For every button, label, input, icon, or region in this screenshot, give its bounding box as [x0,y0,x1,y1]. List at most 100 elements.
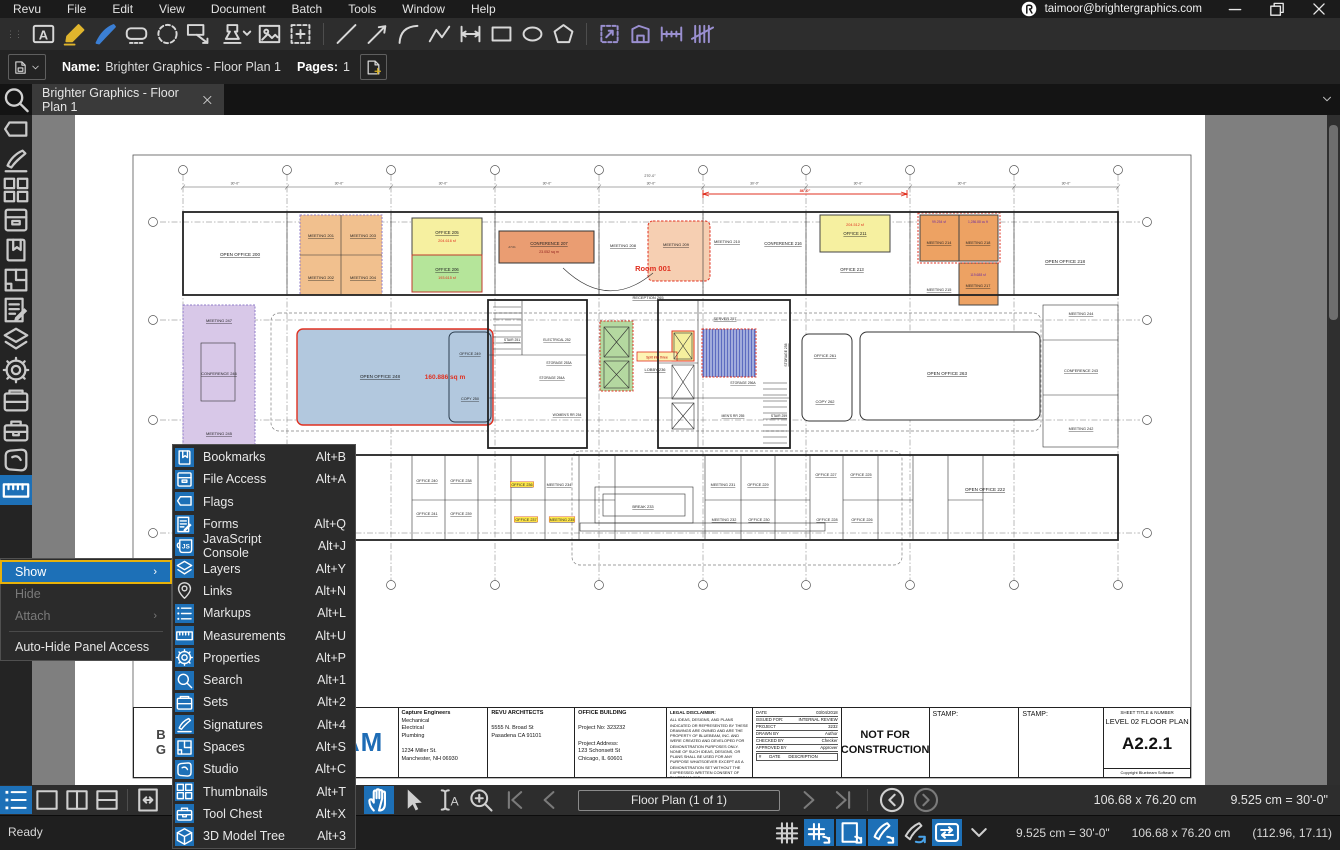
insert-pages-button[interactable] [360,54,387,80]
select-arrow-tool-button[interactable] [398,786,428,814]
submenu-item-3d-model-tree[interactable]: 3D Model TreeAlt+3 [173,825,355,847]
zoom-plus-tool-button[interactable] [466,786,496,814]
submenu-item-tool-chest[interactable]: Tool ChestAlt+X [173,803,355,825]
submenu-item-links[interactable]: LinksAlt+N [173,580,355,602]
submenu-item-search[interactable]: SearchAlt+1 [173,669,355,691]
sidebar-panel-file-access-icon[interactable] [0,205,32,235]
markup-list-button[interactable] [0,786,32,814]
sync-views-toggle[interactable] [932,819,962,846]
arrow-tool-icon[interactable] [364,21,391,47]
submenu-item-flags[interactable]: Flags [173,491,355,513]
image-tool-icon[interactable] [256,21,283,47]
sidebar-panel-forms-icon[interactable] [0,295,32,325]
grid-toggle[interactable] [772,819,802,846]
text-box-tool-icon[interactable]: A [30,21,57,47]
cloud-tool-icon[interactable] [154,21,181,47]
sidebar-panel-properties-icon[interactable] [0,355,32,385]
snap-markup-toggle[interactable] [868,819,898,846]
menu-view[interactable]: View [146,2,198,16]
previous-view-button[interactable] [877,786,907,814]
restore-button[interactable] [1256,0,1298,18]
sidebar-panel-spaces-icon[interactable] [0,265,32,295]
room-region[interactable] [702,329,756,377]
submenu-item-markups[interactable]: MarkupsAlt+L [173,602,355,624]
highlighter-tool-icon[interactable] [61,21,88,47]
page-field[interactable]: Floor Plan (1 of 1) [578,790,780,811]
submenu-item-file-access[interactable]: File AccessAlt+A [173,468,355,490]
pane-split-horizontal-button[interactable] [92,786,122,814]
search-panel-button[interactable] [0,84,32,115]
fit-document-button[interactable] [133,786,163,814]
chevron-down-toggle[interactable] [964,819,994,846]
next-page-button[interactable] [794,786,824,814]
submenu-item-layers[interactable]: LayersAlt+Y [173,557,355,579]
sidebar-panel-sets-icon[interactable] [0,385,32,415]
menu-file[interactable]: File [54,2,99,16]
room-region[interactable] [412,255,482,292]
vertical-scrollbar[interactable] [1327,115,1340,785]
close-button[interactable] [1298,0,1340,18]
next-view-button[interactable] [911,786,941,814]
toolbar-grip[interactable]: ⋮⋮ [6,29,22,40]
context-menu-item-show[interactable]: Show› [1,561,171,583]
menu-window[interactable]: Window [389,2,458,16]
line-tool-icon[interactable] [333,21,360,47]
submenu-item-signatures[interactable]: SignaturesAlt+4 [173,714,355,736]
submenu-item-properties[interactable]: PropertiesAlt+P [173,647,355,669]
status-scale[interactable]: 9.525 cm = 30'-0" [1016,826,1110,840]
room-region[interactable] [802,334,852,421]
sidebar-panel-studio-icon[interactable] [0,445,32,475]
save-document-button[interactable] [8,54,46,80]
room-region[interactable] [412,218,482,255]
menu-document[interactable]: Document [198,2,279,16]
snapshot-tool-icon[interactable] [287,21,314,47]
length-measurement-tool-icon[interactable] [658,21,685,47]
submenu-item-measurements[interactable]: MeasurementsAlt+U [173,624,355,646]
callout-tool-icon[interactable] [185,21,212,47]
menu-edit[interactable]: Edit [99,2,146,16]
tab-list-chevron-icon[interactable] [1320,92,1334,106]
sidebar-panel-layers-icon[interactable] [0,325,32,355]
document-tab[interactable]: Brighter Graphics - Floor Plan 1 [32,84,224,115]
eraser-tool-icon[interactable] [123,21,150,47]
snap-grid-toggle[interactable] [804,819,834,846]
sidebar-panel-signature-icon[interactable] [0,145,32,175]
submenu-item-bookmarks[interactable]: BookmarksAlt+B [173,446,355,468]
scrollbar-thumb[interactable] [1329,125,1338,320]
rectangle-tool-icon[interactable] [488,21,515,47]
sidebar-panel-flag-icon[interactable] [0,115,32,145]
markup-rotate-toggle[interactable] [900,819,930,846]
submenu-item-sets[interactable]: SetsAlt+2 [173,691,355,713]
room-region[interactable] [860,332,1040,420]
pane-split-vertical-button[interactable] [62,786,92,814]
menu-revu[interactable]: Revu [0,2,54,16]
sidebar-panel-tool-chest-icon[interactable] [0,415,32,445]
submenu-item-javascript-console[interactable]: JSJavaScript ConsoleAlt+J [173,535,355,557]
first-page-button[interactable] [500,786,530,814]
ellipse-tool-icon[interactable] [519,21,546,47]
count-measurement-tool-icon[interactable] [689,21,716,47]
context-menu-item-auto-hide-panel-access[interactable]: Auto-Hide Panel Access [1,636,171,658]
submenu-item-thumbnails[interactable]: ThumbnailsAlt+T [173,780,355,802]
cutout-measurement-tool-icon[interactable] [627,21,654,47]
select-text-tool-button[interactable]: A [432,786,462,814]
submenu-item-studio[interactable]: StudioAlt+C [173,758,355,780]
sidebar-panel-thumbnails-icon[interactable] [0,175,32,205]
menu-tools[interactable]: Tools [335,2,389,16]
account-email[interactable]: taimoor@brightergraphics.com [1045,3,1202,15]
tab-close-icon[interactable] [201,93,214,107]
sidebar-panel-measurements-icon[interactable] [0,475,32,505]
pen-tool-icon[interactable] [92,21,119,47]
pane-single-button[interactable] [32,786,62,814]
arc-tool-icon[interactable] [395,21,422,47]
polyline-tool-icon[interactable] [426,21,453,47]
area-measurement-tool-icon[interactable] [596,21,623,47]
sidebar-panel-bookmarks-icon[interactable] [0,235,32,265]
last-page-button[interactable] [828,786,858,814]
menu-help[interactable]: Help [458,2,509,16]
snap-document-toggle[interactable] [836,819,866,846]
previous-page-button[interactable] [534,786,564,814]
stamp-tool-icon[interactable] [216,21,252,47]
menu-batch[interactable]: Batch [279,2,336,16]
minimize-button[interactable] [1214,0,1256,18]
